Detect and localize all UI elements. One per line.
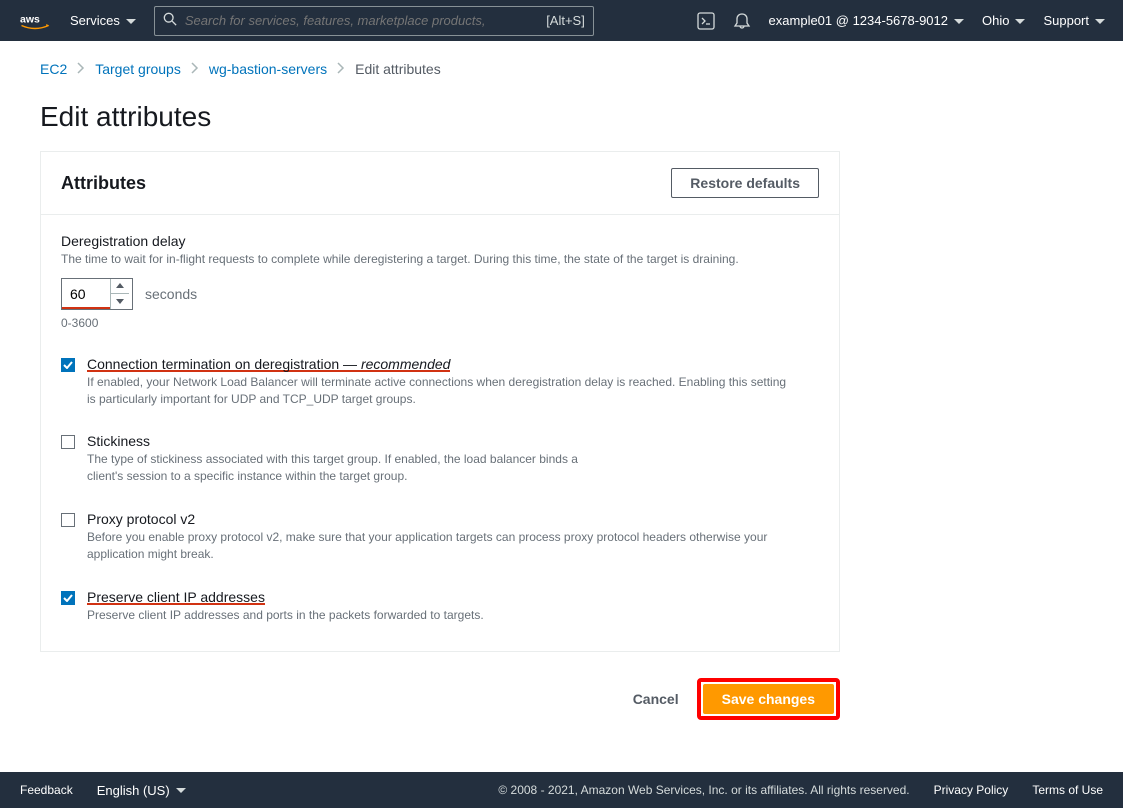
- action-buttons: Cancel Save changes: [40, 678, 840, 720]
- notifications-icon[interactable]: [733, 12, 751, 30]
- global-search[interactable]: [Alt+S]: [154, 6, 594, 36]
- aws-logo[interactable]: aws: [18, 12, 52, 30]
- deregistration-delay-field: Deregistration delay The time to wait fo…: [61, 233, 819, 330]
- preserve-ip-row: Preserve client IP addresses Preserve cl…: [61, 589, 819, 624]
- services-label: Services: [70, 13, 120, 28]
- card-body: Deregistration delay The time to wait fo…: [41, 215, 839, 651]
- caret-down-icon: [126, 13, 136, 28]
- card-header: Attributes Restore defaults: [41, 152, 839, 215]
- dereg-input-wrap: [61, 278, 133, 310]
- dereg-spin: [110, 279, 129, 309]
- stickiness-row: Stickiness The type of stickiness associ…: [61, 433, 819, 485]
- privacy-link[interactable]: Privacy Policy: [934, 783, 1009, 797]
- caret-down-icon: [1015, 13, 1025, 28]
- preserve-ip-checkbox[interactable]: [61, 591, 75, 605]
- preserve-ip-title: Preserve client IP addresses: [87, 589, 484, 605]
- breadcrumb-ec2[interactable]: EC2: [40, 61, 67, 77]
- language-menu[interactable]: English (US): [97, 783, 186, 798]
- dereg-label: Deregistration delay: [61, 233, 819, 249]
- dereg-help: The time to wait for in-flight requests …: [61, 251, 819, 268]
- dereg-unit: seconds: [145, 286, 197, 302]
- support-menu[interactable]: Support: [1043, 13, 1105, 28]
- dereg-input[interactable]: [62, 279, 110, 309]
- cancel-button[interactable]: Cancel: [633, 691, 679, 707]
- footer: Feedback English (US) © 2008 - 2021, Ama…: [0, 772, 1123, 808]
- preserve-ip-desc: Preserve client IP addresses and ports i…: [87, 607, 484, 624]
- chevron-right-icon: [77, 61, 85, 77]
- card-heading: Attributes: [61, 173, 146, 194]
- breadcrumb-current: Edit attributes: [355, 61, 441, 77]
- breadcrumb-target-groups[interactable]: Target groups: [95, 61, 181, 77]
- top-nav: aws Services [Alt+S] example01 @ 1234-56…: [0, 0, 1123, 41]
- chevron-right-icon: [337, 61, 345, 77]
- proxy-protocol-title: Proxy protocol v2: [87, 511, 787, 527]
- page-body: EC2 Target groups wg-bastion-servers Edi…: [0, 41, 1123, 772]
- copyright: © 2008 - 2021, Amazon Web Services, Inc.…: [498, 783, 909, 797]
- caret-down-icon: [954, 13, 964, 28]
- restore-defaults-button[interactable]: Restore defaults: [671, 168, 819, 198]
- terms-link[interactable]: Terms of Use: [1032, 783, 1103, 797]
- region-menu[interactable]: Ohio: [982, 13, 1025, 28]
- services-menu[interactable]: Services: [70, 13, 136, 28]
- attributes-card: Attributes Restore defaults Deregistrati…: [40, 151, 840, 652]
- proxy-protocol-desc: Before you enable proxy protocol v2, mak…: [87, 529, 787, 563]
- conn-termination-row: Connection termination on deregistration…: [61, 356, 819, 408]
- account-label: example01 @ 1234-5678-9012: [769, 13, 948, 28]
- dereg-step-down[interactable]: [111, 294, 129, 309]
- dereg-range: 0-3600: [61, 316, 819, 330]
- stickiness-title: Stickiness: [87, 433, 607, 449]
- feedback-link[interactable]: Feedback: [20, 783, 73, 797]
- support-label: Support: [1043, 13, 1089, 28]
- search-input[interactable]: [185, 13, 485, 28]
- cloudshell-icon[interactable]: [697, 12, 715, 30]
- stickiness-desc: The type of stickiness associated with t…: [87, 451, 607, 485]
- svg-text:aws: aws: [20, 13, 40, 25]
- search-shortcut: [Alt+S]: [546, 13, 585, 28]
- caret-down-icon: [176, 783, 186, 798]
- breadcrumb-wg-bastion[interactable]: wg-bastion-servers: [209, 61, 327, 77]
- stickiness-checkbox[interactable]: [61, 435, 75, 449]
- conn-termination-desc: If enabled, your Network Load Balancer w…: [87, 374, 787, 408]
- breadcrumb: EC2 Target groups wg-bastion-servers Edi…: [40, 61, 1083, 77]
- dereg-step-up[interactable]: [111, 279, 129, 294]
- language-label: English (US): [97, 783, 170, 798]
- proxy-protocol-row: Proxy protocol v2 Before you enable prox…: [61, 511, 819, 563]
- page-title: Edit attributes: [40, 101, 1083, 133]
- proxy-protocol-checkbox[interactable]: [61, 513, 75, 527]
- caret-down-icon: [1095, 13, 1105, 28]
- account-menu[interactable]: example01 @ 1234-5678-9012: [769, 13, 964, 28]
- chevron-right-icon: [191, 61, 199, 77]
- search-icon: [163, 12, 177, 29]
- conn-termination-checkbox[interactable]: [61, 358, 75, 372]
- conn-termination-title: Connection termination on deregistration…: [87, 356, 787, 372]
- save-button[interactable]: Save changes: [703, 684, 834, 714]
- region-label: Ohio: [982, 13, 1009, 28]
